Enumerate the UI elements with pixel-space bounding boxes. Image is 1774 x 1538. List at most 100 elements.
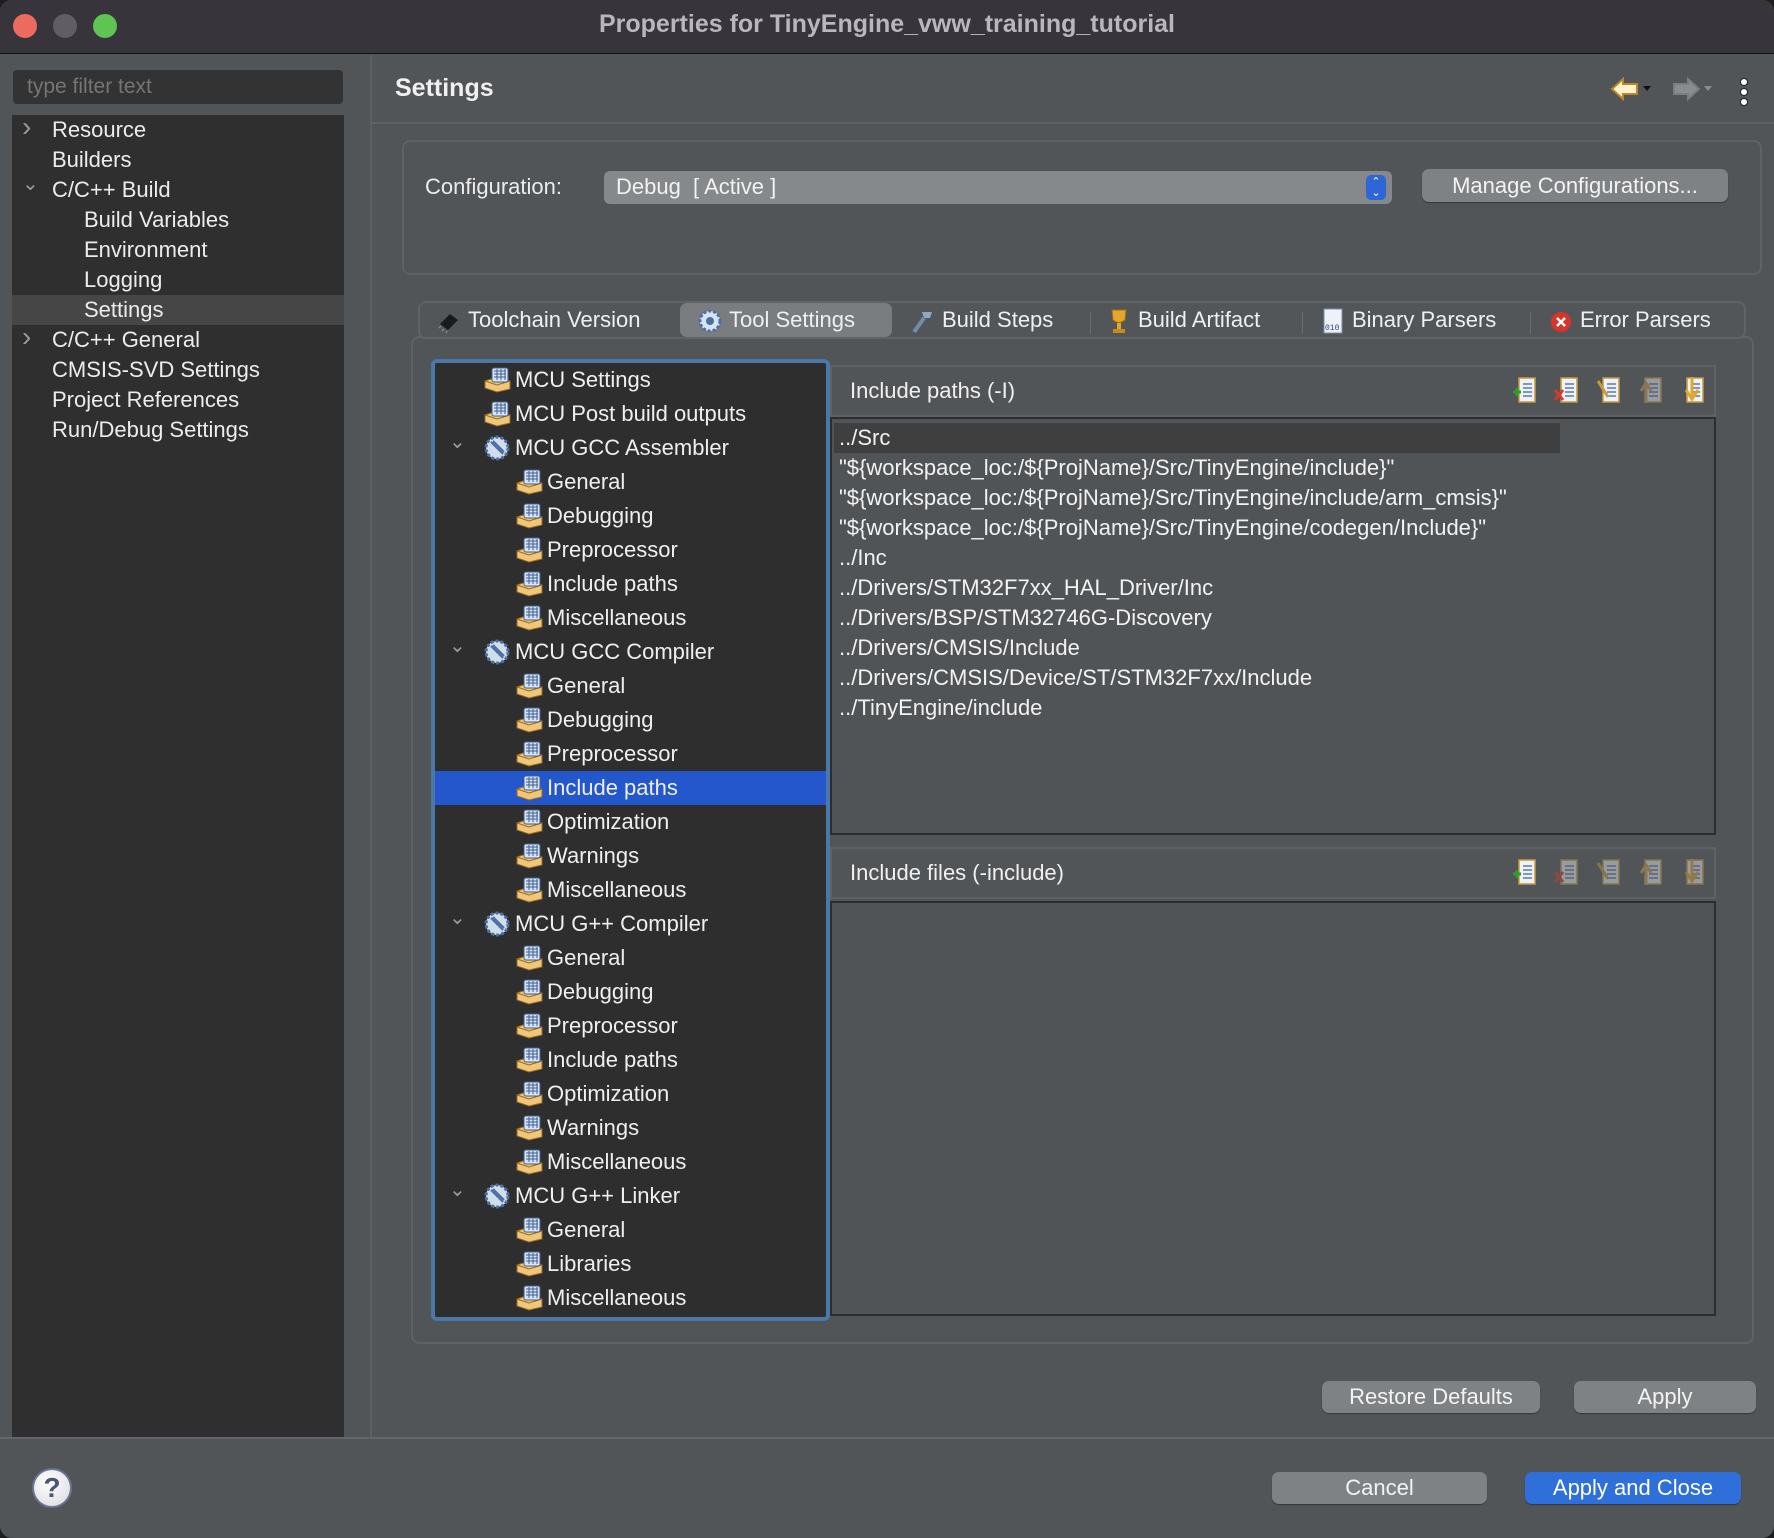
include-files-list[interactable]: [830, 901, 1716, 1316]
sidebar-item-project-references[interactable]: Project References: [12, 385, 344, 415]
chevron-right-icon[interactable]: ›: [22, 322, 42, 352]
chevron-down-icon[interactable]: ⌄: [449, 901, 466, 935]
chevron-down-icon[interactable]: ⌄: [449, 425, 466, 459]
sidebar-item-builders[interactable]: Builders: [12, 145, 344, 175]
tree-item-miscellaneous[interactable]: Miscellaneous: [435, 601, 826, 635]
chevron-down-icon[interactable]: ⌄: [22, 169, 42, 199]
tree-item-mcu-gcc-assembler[interactable]: ⌄ MCU GCC Assembler: [435, 431, 826, 465]
tab-build-steps[interactable]: Build Steps: [910, 303, 1086, 337]
help-icon[interactable]: ?: [32, 1468, 72, 1508]
tree-item-debugging[interactable]: Debugging: [435, 975, 826, 1009]
option-category-icon: [515, 979, 543, 1005]
chevron-right-icon[interactable]: ›: [22, 112, 42, 142]
kebab-menu-icon[interactable]: [1740, 78, 1750, 108]
include-files-move-down-icon[interactable]: [1678, 857, 1708, 889]
apply-button[interactable]: Apply: [1574, 1381, 1756, 1413]
tree-item-warnings[interactable]: Warnings: [435, 1111, 826, 1145]
sidebar-item-c-c-build[interactable]: ⌄ C/C++ Build: [12, 173, 344, 205]
manage-configurations-button[interactable]: Manage Configurations...: [1422, 169, 1728, 202]
tree-item-mcu-gcc-compiler[interactable]: ⌄ MCU GCC Compiler: [435, 635, 826, 669]
include-path-item[interactable]: ../Drivers/STM32F7xx_HAL_Driver/Inc: [834, 573, 1213, 603]
sidebar-item-cmsis-svd-settings[interactable]: CMSIS-SVD Settings: [12, 355, 344, 385]
include-path-item[interactable]: ../Drivers/BSP/STM32746G-Discovery: [834, 603, 1212, 633]
include-path-item[interactable]: ../Drivers/CMSIS/Device/ST/STM32F7xx/Inc…: [834, 663, 1312, 693]
tree-item-debugging[interactable]: Debugging: [435, 703, 826, 737]
include-paths-move-up-icon[interactable]: [1636, 375, 1666, 407]
sidebar-item-environment[interactable]: Environment: [12, 235, 344, 265]
configuration-select[interactable]: Debug [ Active ] ⌃ ⌄: [604, 171, 1392, 204]
tree-item-general[interactable]: General: [435, 669, 826, 703]
option-category-icon: [515, 1047, 543, 1073]
restore-defaults-button[interactable]: Restore Defaults: [1322, 1381, 1540, 1413]
tree-item-general[interactable]: General: [435, 941, 826, 975]
option-category-icon: [515, 1149, 543, 1175]
tab-tool-settings[interactable]: Tool Settings: [680, 303, 892, 337]
tree-item-mcu-settings[interactable]: MCU Settings: [435, 363, 826, 397]
tree-item-optimization[interactable]: Optimization: [435, 805, 826, 839]
include-paths-add-icon[interactable]: [1510, 375, 1540, 407]
tree-item-include-paths[interactable]: Include paths: [435, 1043, 826, 1077]
include-files-move-up-icon[interactable]: [1636, 857, 1666, 889]
include-paths-delete-icon[interactable]: [1552, 375, 1582, 407]
include-files-edit-icon[interactable]: [1594, 857, 1624, 889]
tree-item-libraries[interactable]: Libraries: [435, 1247, 826, 1281]
forward-button[interactable]: [1670, 76, 1716, 107]
sidebar-item-settings[interactable]: Settings: [12, 295, 344, 325]
tree-item-label: Warnings: [547, 843, 640, 868]
tree-item-miscellaneous[interactable]: Miscellaneous: [435, 873, 826, 907]
sidebar-item-run-debug-settings[interactable]: Run/Debug Settings: [12, 415, 344, 445]
sidebar-item-logging[interactable]: Logging: [12, 265, 344, 295]
tree-item-include-paths[interactable]: Include paths: [435, 567, 826, 601]
option-category-icon: [483, 367, 511, 393]
cancel-button[interactable]: Cancel: [1272, 1472, 1487, 1504]
tree-item-general[interactable]: General: [435, 1213, 826, 1247]
include-path-item[interactable]: ../Drivers/CMSIS/Include: [834, 633, 1080, 663]
sash-divider[interactable]: [370, 55, 372, 1437]
include-files-add-icon[interactable]: [1510, 857, 1540, 889]
include-paths-list[interactable]: ../Src "${workspace_loc:/${ProjName}/Src/…: [830, 417, 1716, 835]
tree-item-preprocessor[interactable]: Preprocessor: [435, 737, 826, 771]
tree-item-label: MCU GCC Assembler: [515, 435, 729, 460]
tree-item-mcu-g-compiler[interactable]: ⌄ MCU G++ Compiler: [435, 907, 826, 941]
chevron-down-icon[interactable]: ⌄: [449, 629, 466, 663]
tree-item-optimization[interactable]: Optimization: [435, 1077, 826, 1111]
include-files-toolbar: [1498, 857, 1708, 891]
window-title: Properties for TinyEngine_vww_training_t…: [598, 10, 1176, 38]
tree-item-mcu-post-build-outputs[interactable]: MCU Post build outputs: [435, 397, 826, 431]
include-path-item[interactable]: "${workspace_loc:/${ProjName}/Src/TinyEn…: [834, 453, 1394, 483]
option-category-icon: [515, 707, 543, 733]
include-path-item[interactable]: "${workspace_loc:/${ProjName}/Src/TinyEn…: [834, 483, 1507, 513]
tab-binary-parsers[interactable]: 010 Binary Parsers: [1320, 303, 1520, 337]
tree-item-mcu-g-linker[interactable]: ⌄ MCU G++ Linker: [435, 1179, 826, 1213]
tree-item-preprocessor[interactable]: Preprocessor: [435, 1009, 826, 1043]
tree-item-include-paths[interactable]: Include paths: [435, 771, 826, 805]
tab-build-artifact[interactable]: Build Artifact: [1106, 303, 1296, 337]
sidebar-item-label: C/C++ Build: [52, 177, 171, 202]
include-files-delete-icon[interactable]: [1552, 857, 1582, 889]
include-path-item[interactable]: ../Src: [834, 423, 1560, 453]
filter-input[interactable]: [13, 70, 343, 104]
tree-item-general[interactable]: General: [435, 465, 826, 499]
tree-item-label: Preprocessor: [547, 537, 678, 562]
back-button[interactable]: [1610, 76, 1656, 107]
sidebar-item-label: Environment: [84, 237, 208, 262]
tab-separator: [1090, 312, 1091, 334]
tree-item-debugging[interactable]: Debugging: [435, 499, 826, 533]
tab-toolchain-version[interactable]: Toolchain Version: [436, 303, 660, 337]
include-path-item[interactable]: "${workspace_loc:/${ProjName}/Src/TinyEn…: [834, 513, 1486, 543]
include-path-item[interactable]: ../Inc: [834, 543, 887, 573]
tree-item-preprocessor[interactable]: Preprocessor: [435, 533, 826, 567]
apply-and-close-button[interactable]: Apply and Close: [1525, 1472, 1741, 1504]
tree-item-miscellaneous[interactable]: Miscellaneous: [435, 1281, 826, 1315]
tree-item-miscellaneous[interactable]: Miscellaneous: [435, 1145, 826, 1179]
include-paths-move-down-icon[interactable]: [1678, 375, 1708, 407]
sidebar-item-c-c-general[interactable]: › C/C++ General: [12, 322, 344, 355]
option-category-icon: [515, 775, 543, 801]
include-paths-edit-icon[interactable]: [1594, 375, 1624, 407]
tree-item-warnings[interactable]: Warnings: [435, 839, 826, 873]
chevron-down-icon[interactable]: ⌄: [449, 1173, 466, 1207]
sidebar-item-resource[interactable]: › Resource: [12, 112, 344, 145]
include-path-item[interactable]: ../TinyEngine/include: [834, 693, 1042, 723]
sidebar-item-build-variables[interactable]: Build Variables: [12, 205, 344, 235]
tab-error-parsers[interactable]: Error Parsers: [1548, 303, 1738, 337]
